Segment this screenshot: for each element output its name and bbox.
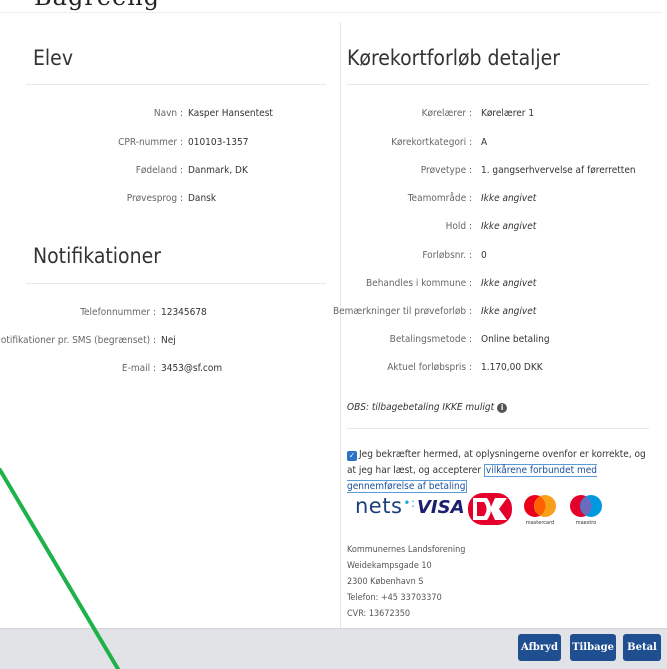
- org-name: Kommunernes Landsforening: [347, 545, 466, 555]
- mastercard-logo: mastercard: [524, 495, 556, 526]
- info-icon[interactable]: i: [497, 403, 508, 413]
- details-panel: [0, 12, 662, 628]
- team-area-label: Teamområde :: [407, 193, 472, 204]
- email-label: E-mail :: [121, 363, 156, 374]
- payment-method-value: Online betaling: [481, 334, 550, 345]
- org-cvr: CVR: 13672350: [347, 609, 411, 619]
- test-type-label: Prøvetype :: [420, 165, 472, 176]
- org-street: Weidekampsgade 10: [347, 561, 432, 571]
- instructor-value: Kørelærer 1: [481, 108, 535, 119]
- details-divider: [347, 84, 649, 85]
- team-area-value: Ikke angivet: [481, 193, 537, 204]
- course-number-value: 0: [481, 250, 487, 261]
- remarks-value: Ikke angivet: [481, 306, 537, 317]
- course-number-label: Forløbsnr. :: [422, 250, 472, 261]
- back-button[interactable]: Tilbage: [570, 634, 616, 661]
- license-category-label: Kørekortkategori :: [391, 137, 472, 148]
- org-phone: Telefon: +45 33703370: [347, 593, 442, 603]
- sms-label: Notifikationer pr. SMS (begrænset) :: [0, 335, 156, 346]
- notifications-divider: [26, 283, 326, 284]
- dankort-logo: [468, 493, 512, 525]
- sms-value: Nej: [161, 335, 176, 346]
- cropped-heading-text: Bagreeng: [34, 0, 160, 11]
- column-divider: [340, 22, 341, 628]
- svg-text:maestro: maestro: [576, 520, 597, 526]
- notifications-title: Notifikationer: [33, 244, 161, 268]
- payment-method-label: Betalingsmetode :: [389, 334, 472, 345]
- svg-text:mastercard: mastercard: [526, 520, 554, 526]
- municipality-value: Ikke angivet: [481, 278, 537, 289]
- price-label: Aktuel forløbspris :: [387, 362, 472, 373]
- birth-country-value: Danmark, DK: [188, 165, 248, 176]
- page-heading-cropped: Bagreeng: [0, 0, 667, 12]
- details-title: Kørekortforløb detaljer: [347, 46, 561, 70]
- team-value: Ikke angivet: [481, 221, 537, 232]
- test-language-value: Dansk: [188, 193, 217, 204]
- action-bar: [0, 628, 667, 669]
- payment-logos: nets•: VISA mastercard maestro: [355, 492, 645, 528]
- cpr-value: 010103-1357: [188, 137, 249, 148]
- team-label: Hold :: [445, 221, 472, 232]
- nets-logo: nets•:: [355, 494, 416, 518]
- birth-country-label: Fødeland :: [135, 165, 183, 176]
- organisation-address: Kommunernes Landsforening Weidekampsgade…: [347, 542, 465, 622]
- name-label: Navn :: [153, 108, 183, 119]
- cpr-label: CPR-nummer :: [118, 137, 183, 148]
- elev-divider: [26, 84, 326, 85]
- test-type-value: 1. gangserhvervelse af førerretten: [481, 165, 636, 176]
- consent-divider: [347, 428, 649, 429]
- remarks-label: Bemærkninger til prøveforløb :: [332, 306, 472, 317]
- pay-button[interactable]: Betal: [623, 634, 661, 661]
- municipality-label: Behandles i kommune :: [366, 278, 472, 289]
- instructor-label: Kørelærer :: [421, 108, 472, 119]
- phone-label: Telefonnummer :: [80, 307, 156, 318]
- license-category-value: A: [481, 137, 488, 148]
- elev-title: Elev: [33, 46, 73, 70]
- email-value: 3453@sf.com: [161, 363, 223, 374]
- refund-notice-text: OBS: tilbagebetaling IKKE muligt: [347, 402, 495, 413]
- org-city: 2300 København S: [347, 577, 424, 587]
- cancel-button[interactable]: Afbryd: [518, 634, 561, 661]
- consent-checkbox[interactable]: ✓: [347, 451, 357, 461]
- phone-value: 12345678: [161, 307, 207, 318]
- name-value: Kasper Hansentest: [188, 108, 273, 119]
- test-language-label: Prøvesprog :: [126, 193, 183, 204]
- maestro-logo: maestro: [570, 495, 602, 526]
- refund-notice: OBS: tilbagebetaling IKKE muligt i: [347, 402, 508, 413]
- visa-logo: VISA: [417, 497, 465, 518]
- consent-block: ✓ Jeg bekræfter hermed, at oplysningerne …: [347, 447, 647, 495]
- price-value: 1.170,00 DKK: [481, 362, 543, 373]
